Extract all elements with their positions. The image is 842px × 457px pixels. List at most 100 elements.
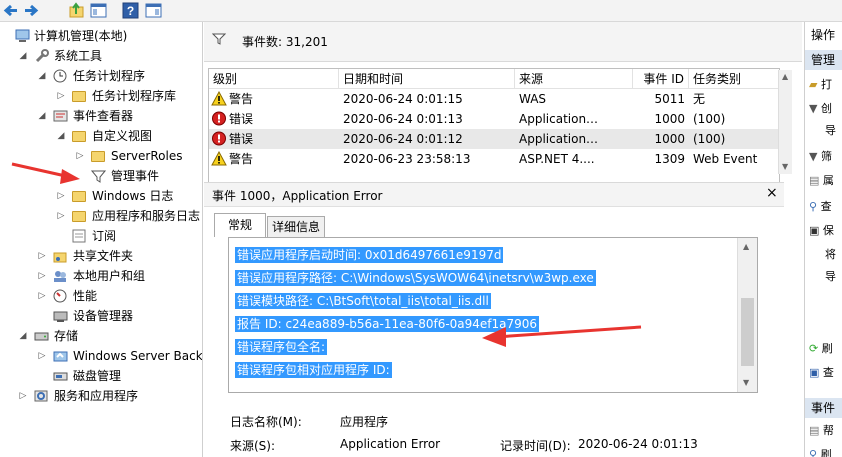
folder-icon xyxy=(72,131,86,142)
forward-arrow-icon[interactable] xyxy=(22,2,40,19)
action-item[interactable]: ▼ 创 xyxy=(809,100,842,118)
subscriptions-icon xyxy=(72,229,87,243)
event-list-scrollbar[interactable]: ▲ ▼ xyxy=(778,70,792,174)
column-header-level[interactable]: 级别 xyxy=(209,69,339,89)
detail-header: 事件 1000，Application Error × xyxy=(204,183,784,207)
event-date: 2020-06-24 0:01:13 xyxy=(343,112,463,126)
event-id: 1309 xyxy=(654,152,685,166)
action-item[interactable]: ▼ 筛 xyxy=(809,148,842,166)
tab-details[interactable]: 详细信息 xyxy=(267,216,325,237)
tree-label: 共享文件夹 xyxy=(73,249,134,263)
tree-label: 设备管理器 xyxy=(73,309,134,323)
actions-pane: 操作 管理 ▰ 打 ▼ 创 导 ▼ 筛 ▤ 属 ⚲ 查 ▣ 保 将 导 ⟳ 刷 … xyxy=(804,22,842,457)
event-source: Application… xyxy=(519,112,599,126)
tree-label: 任务计划程序库 xyxy=(92,89,177,103)
description-line-module-path: 错误模块路径: C:\BtSoft\total_iis\total_iis.dl… xyxy=(235,293,491,309)
source-value: Application Error xyxy=(340,437,441,451)
help-icon[interactable]: ? xyxy=(122,2,140,19)
action-item[interactable]: 将 xyxy=(809,246,842,264)
actions-section-event[interactable]: 事件 xyxy=(805,398,842,418)
event-date: 2020-06-24 0:01:12 xyxy=(343,132,463,146)
source-label: 来源(S): xyxy=(230,439,276,453)
tree-label: ServerRoles xyxy=(111,149,183,163)
column-header-event-id[interactable]: 事件 ID xyxy=(633,69,689,89)
expand-arrow-icon[interactable]: ▷ xyxy=(37,266,47,286)
filter-icon xyxy=(211,32,227,49)
scrollbar-thumb[interactable] xyxy=(741,298,754,366)
description-scrollbar[interactable]: ▲ ▼ xyxy=(737,238,757,392)
event-date: 2020-06-24 0:01:15 xyxy=(343,92,463,106)
recorded-value: 2020-06-24 0:01:13 xyxy=(578,437,698,451)
expand-arrow-icon[interactable]: ▷ xyxy=(37,286,47,306)
middle-pane: 事件数: 31,201 级别 日期和时间 来源 事件 ID 任务类别 警告 202… xyxy=(204,22,802,457)
action-item[interactable]: ▣ 保 xyxy=(809,222,842,240)
expand-arrow-icon[interactable]: ▷ xyxy=(37,246,47,266)
event-detail-pane: 事件 1000，Application Error × 常规 详细信息 错误应用… xyxy=(204,182,784,457)
action-item[interactable]: ▤ 帮 xyxy=(809,422,842,440)
expand-arrow-icon[interactable]: ▷ xyxy=(56,206,66,226)
error-icon xyxy=(211,111,227,127)
column-header-date[interactable]: 日期和时间 xyxy=(339,69,515,89)
show-hide-tree-icon[interactable] xyxy=(90,2,108,19)
expand-arrow-icon[interactable]: ▷ xyxy=(56,86,66,106)
error-icon xyxy=(211,131,227,147)
shared-folder-icon xyxy=(53,249,68,263)
action-item[interactable]: ▰ 打 xyxy=(809,76,842,94)
event-row[interactable]: 警告 2020-06-23 23:58:13 ASP.NET 4.... 1309 We… xyxy=(209,149,779,169)
up-folder-icon[interactable] xyxy=(68,2,86,19)
backup-icon xyxy=(53,349,68,363)
collapse-arrow-icon[interactable]: ◢ xyxy=(18,46,28,66)
recorded-label: 记录时间(D): xyxy=(500,439,571,453)
expand-arrow-icon[interactable]: ▷ xyxy=(18,386,28,406)
filter-icon xyxy=(90,169,107,183)
svg-text:?: ? xyxy=(127,4,134,18)
event-id: 1000 xyxy=(654,132,685,146)
action-item[interactable]: ⟳ 刷 xyxy=(809,340,842,358)
collapse-arrow-icon[interactable]: ◢ xyxy=(18,326,28,346)
tree-label: 系统工具 xyxy=(54,49,103,63)
event-row[interactable]: 警告 2020-06-24 0:01:15 WAS 5011 无 xyxy=(209,89,779,109)
detail-title: 事件 1000，Application Error xyxy=(212,189,383,203)
collapse-arrow-icon[interactable]: ◢ xyxy=(37,106,47,126)
action-item[interactable]: ▤ 属 xyxy=(809,172,842,190)
event-category: (100) xyxy=(693,112,726,126)
description-line: 错误应用程序路径: C:\Windows\SysWOW64\inetsrv\w3… xyxy=(235,270,596,286)
column-header-category[interactable]: 任务类别 xyxy=(689,69,779,89)
scroll-up-arrow-icon[interactable]: ▲ xyxy=(782,72,788,81)
back-arrow-icon[interactable] xyxy=(2,2,20,19)
event-row[interactable]: 错误 2020-06-24 0:01:13 Application… 1000 (100… xyxy=(209,109,779,129)
red-annotation-arrow xyxy=(482,325,642,347)
collapse-arrow-icon[interactable]: ◢ xyxy=(56,126,66,146)
tab-general[interactable]: 常规 xyxy=(214,213,266,237)
actions-title: 操作 xyxy=(811,28,836,42)
scroll-down-arrow-icon[interactable]: ▼ xyxy=(743,378,749,387)
action-item[interactable]: ⚲ 查 xyxy=(809,198,842,216)
tree-label: 任务计划程序 xyxy=(73,69,146,83)
action-item[interactable]: ▣ 查 xyxy=(809,364,842,382)
event-source: Application… xyxy=(519,132,599,146)
tree-label: 服务和应用程序 xyxy=(54,389,139,403)
event-row[interactable]: 错误 2020-06-24 0:01:12 Application… 1000 (100… xyxy=(209,129,779,149)
column-header-source[interactable]: 来源 xyxy=(515,69,633,89)
event-description-box[interactable]: 错误应用程序启动时间: 0x01d6497661e9197d 错误应用程序路径:… xyxy=(228,237,758,393)
warning-icon xyxy=(211,151,227,167)
actions-section-manage[interactable]: 管理 xyxy=(805,50,842,70)
action-item[interactable]: 导 xyxy=(809,122,842,140)
description-line: 错误程序包全名: xyxy=(235,339,328,355)
disk-icon xyxy=(53,369,68,383)
tree-label: 管理事件 xyxy=(111,169,160,183)
event-list-header: 级别 日期和时间 来源 事件 ID 任务类别 xyxy=(209,69,779,89)
event-level: 警告 xyxy=(229,152,254,166)
scroll-down-arrow-icon[interactable]: ▼ xyxy=(782,162,788,171)
folder-icon xyxy=(91,151,105,162)
scroll-up-arrow-icon[interactable]: ▲ xyxy=(743,242,749,251)
action-item[interactable]: 导 xyxy=(809,268,842,286)
computer-management-icon xyxy=(15,29,30,43)
expand-arrow-icon[interactable]: ▷ xyxy=(37,346,47,366)
warning-icon xyxy=(211,91,227,107)
tree-label: 存储 xyxy=(54,329,79,343)
close-icon[interactable]: × xyxy=(766,185,778,201)
collapse-arrow-icon[interactable]: ◢ xyxy=(37,66,47,86)
show-hide-action-pane-icon[interactable] xyxy=(145,2,163,19)
action-item[interactable]: ⚲ 刷 xyxy=(809,446,842,457)
